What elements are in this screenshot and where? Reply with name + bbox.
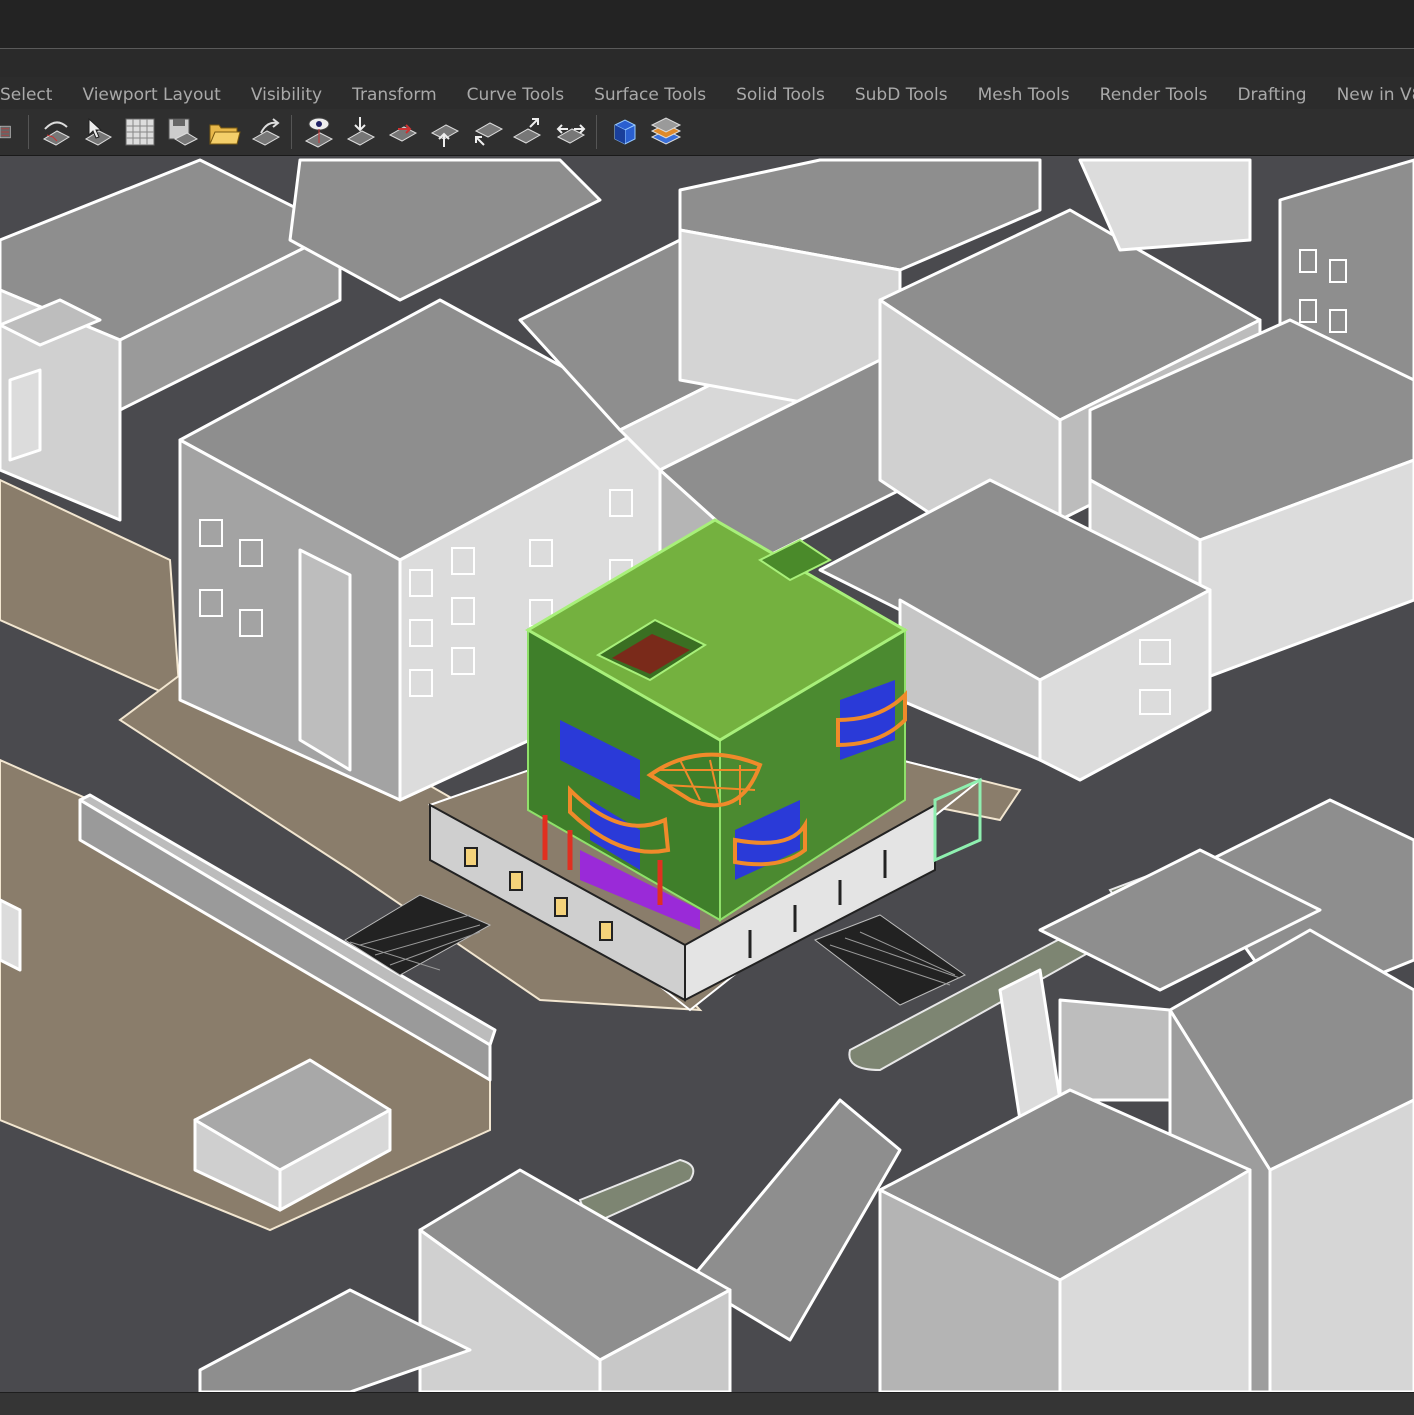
perspective-viewport[interactable] xyxy=(0,156,1414,1392)
save-icon[interactable] xyxy=(163,114,201,150)
move-up-right-icon[interactable] xyxy=(510,114,548,150)
move-up-icon[interactable] xyxy=(426,114,464,150)
toolbar-tabs: Select Viewport Layout Visibility Transf… xyxy=(0,77,1414,109)
tab-drafting[interactable]: Drafting xyxy=(1222,85,1321,109)
tab-mesh-tools[interactable]: Mesh Tools xyxy=(963,85,1085,109)
move-up-left-icon[interactable] xyxy=(468,114,506,150)
viewport-scene xyxy=(0,156,1414,1392)
eye-view-icon[interactable] xyxy=(300,114,338,150)
tab-transform[interactable]: Transform xyxy=(337,85,452,109)
title-bar xyxy=(0,0,1414,49)
layer-stack-icon[interactable] xyxy=(647,114,685,150)
select-cursor-icon[interactable] xyxy=(79,114,117,150)
grid-table-icon[interactable] xyxy=(121,114,159,150)
rotate-view-icon[interactable] xyxy=(37,114,75,150)
command-bar xyxy=(0,49,1414,77)
toolbar-separator xyxy=(291,115,292,149)
undo-view-icon[interactable] xyxy=(247,114,285,150)
tab-curve-tools[interactable]: Curve Tools xyxy=(452,85,579,109)
toolbar-separator xyxy=(28,115,29,149)
tab-surface-tools[interactable]: Surface Tools xyxy=(579,85,721,109)
tab-render-tools[interactable]: Render Tools xyxy=(1085,85,1223,109)
tab-visibility[interactable]: Visibility xyxy=(236,85,337,109)
cube-icon[interactable] xyxy=(605,114,643,150)
move-right-icon[interactable] xyxy=(384,114,422,150)
open-folder-icon[interactable] xyxy=(205,114,243,150)
grid-snap-icon[interactable] xyxy=(0,114,22,150)
tab-subd-tools[interactable]: SubD Tools xyxy=(840,85,963,109)
tab-solid-tools[interactable]: Solid Tools xyxy=(721,85,840,109)
tab-select[interactable]: Select xyxy=(0,85,67,109)
tab-viewport-layout[interactable]: Viewport Layout xyxy=(67,85,235,109)
command-toolbar xyxy=(0,109,1414,156)
status-bar xyxy=(0,1392,1414,1415)
tab-new-in-v8[interactable]: New in V8 xyxy=(1322,85,1414,109)
move-down-icon[interactable] xyxy=(342,114,380,150)
move-left-right-icon[interactable] xyxy=(552,114,590,150)
toolbar-separator xyxy=(596,115,597,149)
